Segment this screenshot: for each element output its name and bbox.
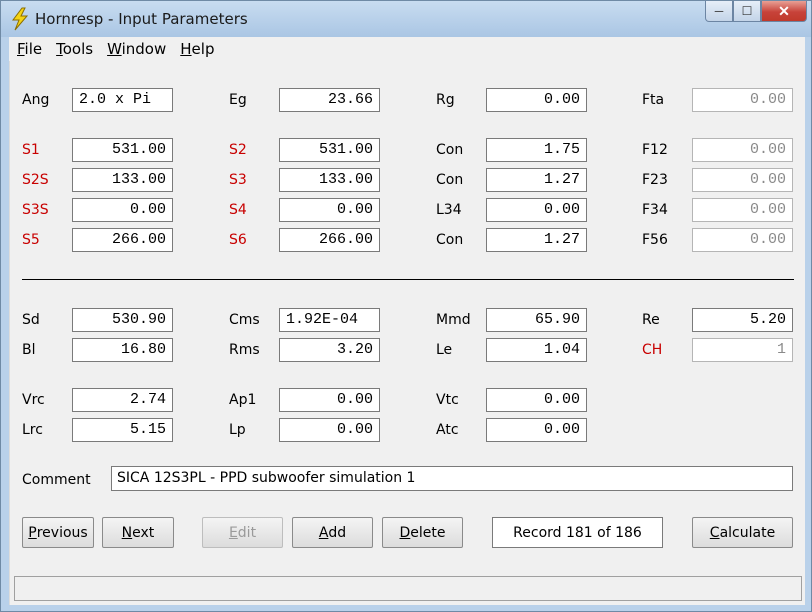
mmd-label: Mmd [436,312,471,328]
l34-field[interactable]: 0.00 [486,198,587,222]
f34-field: 0.00 [692,198,793,222]
sd-field[interactable]: 530.90 [72,308,173,332]
le-label: Le [436,342,453,358]
s6-field[interactable]: 266.00 [279,228,380,252]
s2s-label: S2S [22,172,49,188]
eg-field[interactable]: 23.66 [279,88,380,112]
s4-label: S4 [229,202,247,218]
comment-field[interactable]: SICA 12S3PL - PPD subwoofer simulation 1 [111,466,793,491]
atc-field[interactable]: 0.00 [486,418,587,442]
con3-label: Con [436,232,464,248]
calculate-button[interactable]: Calculate [692,517,793,548]
s6-label: S6 [229,232,247,248]
comment-label: Comment [22,472,91,488]
s1-field[interactable]: 531.00 [72,138,173,162]
lp-field[interactable]: 0.00 [279,418,380,442]
re-label: Re [642,312,660,328]
cms-field[interactable]: 1.92E-04 [279,308,380,332]
s2s-field[interactable]: 133.00 [72,168,173,192]
ch-field: 1 [692,338,793,362]
fta-label: Fta [642,92,665,108]
record-indicator: Record 181 of 186 [492,517,663,548]
atc-label: Atc [436,422,459,438]
f23-field: 0.00 [692,168,793,192]
menu-file[interactable]: File [17,40,42,58]
cms-label: Cms [229,312,260,328]
menu-window[interactable]: Window [107,40,166,58]
ang-label: Ang [22,92,50,108]
lrc-field[interactable]: 5.15 [72,418,173,442]
con3-field[interactable]: 1.27 [486,228,587,252]
menu-tools[interactable]: Tools [56,40,93,58]
s3s-field[interactable]: 0.00 [72,198,173,222]
ap1-field[interactable]: 0.00 [279,388,380,412]
con2-field[interactable]: 1.27 [486,168,587,192]
re-field[interactable]: 5.20 [692,308,793,332]
s4-field[interactable]: 0.00 [279,198,380,222]
s2-field[interactable]: 531.00 [279,138,380,162]
fta-field: 0.00 [692,88,793,112]
previous-button[interactable]: Previous [22,517,94,548]
edit-button: Edit [202,517,283,548]
rms-label: Rms [229,342,260,358]
app-window: Hornresp - Input Parameters ─ ☐ ✕ File T… [0,0,812,612]
window-controls: ─ ☐ ✕ [705,1,807,23]
sd-label: Sd [22,312,40,328]
f12-label: F12 [642,142,668,158]
s3-field[interactable]: 133.00 [279,168,380,192]
s2-label: S2 [229,142,247,158]
ang-field[interactable]: 2.0 x Pi [72,88,173,112]
title-bar[interactable]: Hornresp - Input Parameters ─ ☐ ✕ [1,1,811,37]
f34-label: F34 [642,202,668,218]
f23-label: F23 [642,172,668,188]
minimize-button[interactable]: ─ [705,1,733,22]
next-button[interactable]: Next [102,517,174,548]
vrc-field[interactable]: 2.74 [72,388,173,412]
mmd-field[interactable]: 65.90 [486,308,587,332]
con1-label: Con [436,142,464,158]
f12-field: 0.00 [692,138,793,162]
status-bar [14,576,802,601]
s3s-label: S3S [22,202,49,218]
s5-field[interactable]: 266.00 [72,228,173,252]
lrc-label: Lrc [22,422,43,438]
l34-label: L34 [436,202,462,218]
parameters-panel: Ang 2.0 x Pi Eg 23.66 Rg 0.00 Fta 0.00 S… [9,61,805,605]
rg-field[interactable]: 0.00 [486,88,587,112]
window-title: Hornresp - Input Parameters [35,10,248,28]
le-field[interactable]: 1.04 [486,338,587,362]
s1-label: S1 [22,142,40,158]
f56-field: 0.00 [692,228,793,252]
maximize-button[interactable]: ☐ [733,1,761,22]
lp-label: Lp [229,422,246,438]
bl-label: Bl [22,342,36,358]
lightning-bolt-icon [12,7,29,31]
rg-label: Rg [436,92,455,108]
f56-label: F56 [642,232,668,248]
vtc-label: Vtc [436,392,459,408]
eg-label: Eg [229,92,247,108]
add-button[interactable]: Add [292,517,373,548]
ch-label: CH [642,342,663,358]
con2-label: Con [436,172,464,188]
menu-bar: File Tools Window Help [9,37,805,61]
ap1-label: Ap1 [229,392,257,408]
s5-label: S5 [22,232,40,248]
con1-field[interactable]: 1.75 [486,138,587,162]
bl-field[interactable]: 16.80 [72,338,173,362]
s3-label: S3 [229,172,247,188]
vrc-label: Vrc [22,392,45,408]
close-button[interactable]: ✕ [761,1,807,22]
rms-field[interactable]: 3.20 [279,338,380,362]
delete-button[interactable]: Delete [382,517,463,548]
section-divider [22,279,794,280]
menu-help[interactable]: Help [180,40,214,58]
vtc-field[interactable]: 0.00 [486,388,587,412]
